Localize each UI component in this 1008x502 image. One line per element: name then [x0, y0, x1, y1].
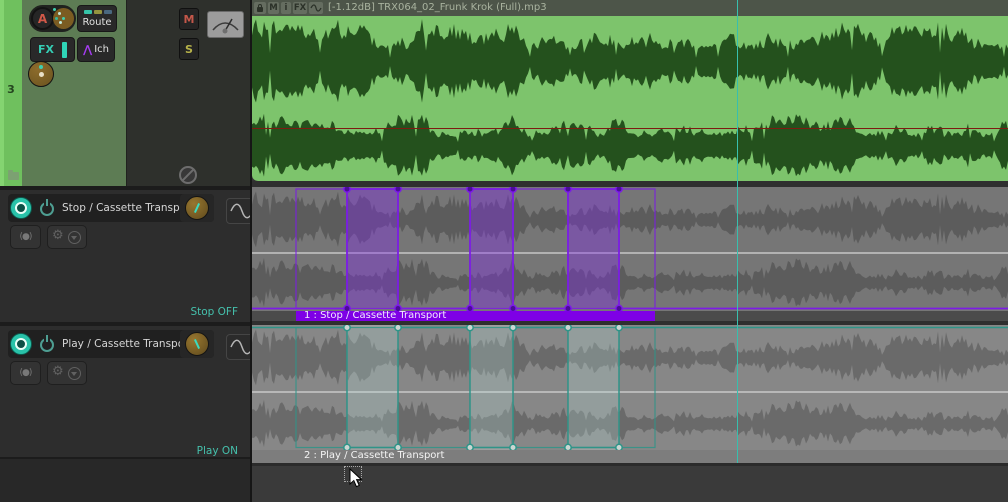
fx-button-label: FX	[38, 43, 54, 56]
route-button-label: Route	[82, 17, 112, 28]
record-input-icon[interactable]	[53, 8, 74, 29]
track-panel[interactable]: 3 A Route FX ⋀ Ich M S	[0, 0, 251, 186]
vu-meter-icon	[207, 11, 244, 38]
automation-item-1-label: 1 : Stop / Cassette Transport	[304, 310, 447, 321]
stop-power-icon[interactable]	[40, 199, 54, 216]
track-number: 3	[7, 83, 15, 96]
play-envelope-lane[interactable]: 2 : Play / Cassette Transport	[252, 325, 1008, 466]
dropdown-circle-icon	[68, 367, 81, 380]
track-name-button[interactable]: ⋀ Ich	[77, 37, 115, 62]
channel-divider-line	[252, 128, 1008, 129]
track-color-strip[interactable]: 3	[0, 0, 22, 186]
play-envelope-header: Play / Cassette Transport	[8, 330, 257, 360]
stop-envelope-lane[interactable]: 1 : Stop / Cassette Transport	[252, 187, 1008, 321]
track-panel-right-column: M S	[126, 0, 251, 186]
fx-indicator-bar	[62, 42, 67, 58]
gear-icon: ⚙	[52, 364, 64, 379]
automation-item-1-bar[interactable]: 1 : Stop / Cassette Transport	[296, 310, 655, 321]
item-fx-button[interactable]: FX	[293, 2, 307, 14]
stop-envelope-active-button[interactable]	[10, 197, 32, 219]
track-name-label: Ich	[94, 44, 109, 55]
play-lane-waveform[interactable]	[252, 325, 1008, 450]
edit-cursor	[737, 0, 738, 463]
gear-icon: ⚙	[52, 228, 64, 243]
audio-waveform[interactable]	[252, 16, 1008, 181]
item-mute-button[interactable]: M	[268, 2, 279, 14]
route-button[interactable]: Route	[77, 5, 117, 32]
stop-lane-waveform[interactable]	[252, 187, 1008, 311]
play-power-icon[interactable]	[40, 335, 54, 352]
stop-value-knob[interactable]	[185, 196, 209, 220]
no-automation-icon[interactable]	[179, 166, 197, 184]
volume-knob[interactable]	[28, 61, 54, 87]
item-envelope-button[interactable]	[309, 2, 323, 14]
mouse-cursor	[349, 468, 363, 488]
stop-status-text: Stop OFF	[190, 306, 238, 318]
dropdown-circle-icon	[68, 231, 81, 244]
play-lane-strip: 2 : Play / Cassette Transport	[252, 450, 1008, 463]
audio-item-titlebar[interactable]: M i FX [-1.12dB] TRX064_02_Frunk Krok (F…	[252, 0, 1008, 16]
record-arm-button[interactable]: A	[31, 7, 54, 30]
stop-knob-chip	[180, 194, 214, 222]
play-learn-button[interactable]: (●)	[10, 361, 41, 385]
stop-lane-strip: 1 : Stop / Cassette Transport	[252, 310, 1008, 321]
stop-envelope-name: Stop / Cassette Transport	[62, 202, 195, 214]
stop-envelope-panel: Stop / Cassette Transport (●) ⚙ Stop OFF	[0, 186, 257, 322]
play-modulation-button[interactable]: ⚙	[47, 361, 87, 385]
stop-learn-button[interactable]: (●)	[10, 225, 41, 249]
audio-item[interactable]: M i FX [-1.12dB] TRX064_02_Frunk Krok (F…	[252, 0, 1008, 181]
play-status-text: Play ON	[196, 445, 238, 457]
solo-button[interactable]: S	[179, 38, 199, 60]
track-control-panel-column: 3 A Route FX ⋀ Ich M S Stop / Cassette T…	[0, 0, 257, 502]
route-meter-bars	[84, 10, 112, 14]
play-envelope-active-button[interactable]	[10, 333, 32, 355]
play-knob-chip	[180, 330, 214, 358]
play-envelope-name: Play / Cassette Transport	[62, 338, 193, 350]
fx-button[interactable]: FX	[30, 37, 75, 62]
stop-modulation-button[interactable]: ⚙	[47, 225, 87, 249]
lock-icon[interactable]	[254, 2, 266, 14]
empty-track-area[interactable]	[252, 466, 1008, 502]
play-envelope-panel: Play / Cassette Transport (●) ⚙ Play ON	[0, 322, 257, 459]
mute-button[interactable]: M	[179, 8, 199, 30]
automation-item-2-label: 2 : Play / Cassette Transport	[304, 450, 445, 461]
envelope-zigzag-icon: ⋀	[83, 43, 93, 56]
arrange-view: M i FX [-1.12dB] TRX064_02_Frunk Krok (F…	[252, 0, 1008, 502]
audio-item-title: [-1.12dB] TRX064_02_Frunk Krok (Full).mp…	[328, 2, 547, 13]
item-info-button[interactable]: i	[281, 2, 291, 14]
stop-envelope-header: Stop / Cassette Transport	[8, 194, 257, 224]
play-value-knob[interactable]	[185, 332, 209, 356]
folder-icon	[8, 170, 19, 180]
